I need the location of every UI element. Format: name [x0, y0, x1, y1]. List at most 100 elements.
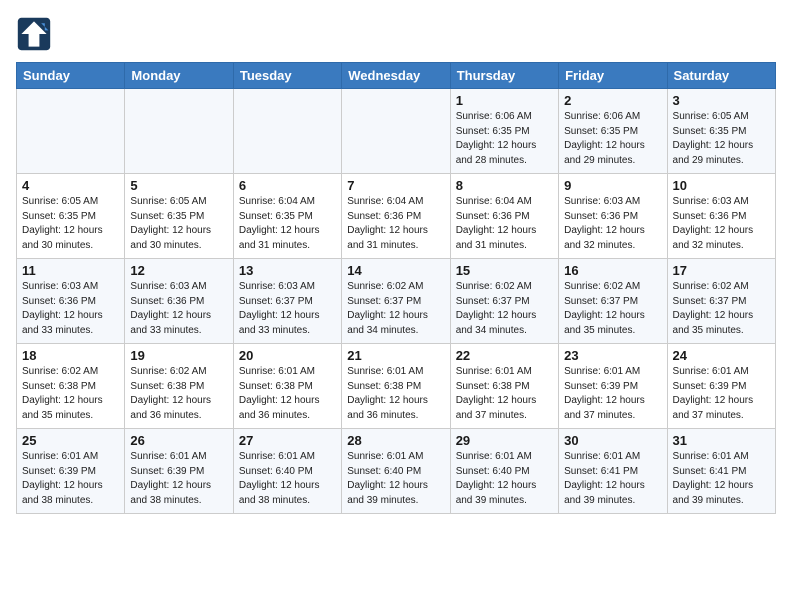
calendar-cell: 30Sunrise: 6:01 AM Sunset: 6:41 PM Dayli… [559, 429, 667, 514]
calendar-cell: 9 Sunrise: 6:03 AM Sunset: 6:36 PM Daylig… [559, 174, 667, 259]
calendar-cell: 19 Sunrise: 6:02 AM Sunset: 6:38 PM Dayli… [125, 344, 233, 429]
calendar-cell: 26 Sunrise: 6:01 AM Sunset: 6:39 PM Dayli… [125, 429, 233, 514]
day-info: Sunrise: 6:02 AM Sunset: 6:38 PM Dayligh… [130, 365, 227, 423]
day-info: Sunrise: 6:02 AM Sunset: 6:37 PM Dayligh… [347, 280, 444, 338]
day-info: Sunrise: 6:01 AM Sunset: 6:39 PM Dayligh… [22, 450, 119, 508]
day-info: Sunrise: 6:04 AM Sunset: 6:36 PM Dayligh… [456, 195, 553, 253]
weekday-header-friday: Friday [559, 63, 667, 89]
day-number: 21 [347, 348, 444, 363]
day-number: 9 [564, 178, 661, 193]
calendar-cell: 4 Sunrise: 6:05 AM Sunset: 6:35 PM Daylig… [17, 174, 125, 259]
day-number: 7 [347, 178, 444, 193]
day-info: Sunrise: 6:02 AM Sunset: 6:37 PM Dayligh… [673, 280, 770, 338]
day-number: 29 [456, 433, 553, 448]
calendar-cell: 3 Sunrise: 6:05 AM Sunset: 6:35 PM Daylig… [667, 89, 775, 174]
week-row-2: 4 Sunrise: 6:05 AM Sunset: 6:35 PM Daylig… [17, 174, 776, 259]
day-number: 23 [564, 348, 661, 363]
week-row-1: 1 Sunrise: 6:06 AM Sunset: 6:35 PM Daylig… [17, 89, 776, 174]
day-number: 5 [130, 178, 227, 193]
day-info: Sunrise: 6:04 AM Sunset: 6:35 PM Dayligh… [239, 195, 336, 253]
calendar-cell: 14 Sunrise: 6:02 AM Sunset: 6:37 PM Dayli… [342, 259, 450, 344]
day-number: 3 [673, 93, 770, 108]
weekday-header-wednesday: Wednesday [342, 63, 450, 89]
day-number: 16 [564, 263, 661, 278]
calendar-cell: 25 Sunrise: 6:01 AM Sunset: 6:39 PM Dayli… [17, 429, 125, 514]
day-info: Sunrise: 6:01 AM Sunset: 6:38 PM Dayligh… [239, 365, 336, 423]
day-info: Sunrise: 6:03 AM Sunset: 6:36 PM Dayligh… [564, 195, 661, 253]
calendar-cell: 22Sunrise: 6:01 AM Sunset: 6:38 PM Dayli… [450, 344, 558, 429]
calendar-cell: 7 Sunrise: 6:04 AM Sunset: 6:36 PM Daylig… [342, 174, 450, 259]
day-number: 31 [673, 433, 770, 448]
day-info: Sunrise: 6:01 AM Sunset: 6:40 PM Dayligh… [347, 450, 444, 508]
day-info: Sunrise: 6:01 AM Sunset: 6:41 PM Dayligh… [673, 450, 770, 508]
day-number: 25 [22, 433, 119, 448]
day-number: 27 [239, 433, 336, 448]
calendar-cell: 20 Sunrise: 6:01 AM Sunset: 6:38 PM Dayli… [233, 344, 341, 429]
weekday-header-thursday: Thursday [450, 63, 558, 89]
day-number: 26 [130, 433, 227, 448]
calendar-cell [125, 89, 233, 174]
day-number: 19 [130, 348, 227, 363]
day-number: 14 [347, 263, 444, 278]
calendar-cell: 11 Sunrise: 6:03 AM Sunset: 6:36 PM Dayli… [17, 259, 125, 344]
day-info: Sunrise: 6:01 AM Sunset: 6:39 PM Dayligh… [130, 450, 227, 508]
day-number: 22 [456, 348, 553, 363]
calendar-cell: 31 Sunrise: 6:01 AM Sunset: 6:41 PM Dayli… [667, 429, 775, 514]
week-row-5: 25 Sunrise: 6:01 AM Sunset: 6:39 PM Dayli… [17, 429, 776, 514]
day-info: Sunrise: 6:05 AM Sunset: 6:35 PM Dayligh… [673, 110, 770, 168]
weekday-header-monday: Monday [125, 63, 233, 89]
calendar-cell: 8 Sunrise: 6:04 AM Sunset: 6:36 PM Daylig… [450, 174, 558, 259]
calendar-cell [233, 89, 341, 174]
weekday-header-saturday: Saturday [667, 63, 775, 89]
calendar-cell: 16 Sunrise: 6:02 AM Sunset: 6:37 PM Dayli… [559, 259, 667, 344]
day-number: 28 [347, 433, 444, 448]
day-info: Sunrise: 6:01 AM Sunset: 6:41 PM Dayligh… [564, 450, 661, 508]
calendar-cell: 10Sunrise: 6:03 AM Sunset: 6:36 PM Dayli… [667, 174, 775, 259]
day-info: Sunrise: 6:05 AM Sunset: 6:35 PM Dayligh… [130, 195, 227, 253]
day-number: 8 [456, 178, 553, 193]
day-number: 24 [673, 348, 770, 363]
calendar-cell: 18 Sunrise: 6:02 AM Sunset: 6:38 PM Dayli… [17, 344, 125, 429]
calendar-cell: 2Sunrise: 6:06 AM Sunset: 6:35 PM Daylig… [559, 89, 667, 174]
day-number: 17 [673, 263, 770, 278]
week-row-4: 18 Sunrise: 6:02 AM Sunset: 6:38 PM Dayli… [17, 344, 776, 429]
day-info: Sunrise: 6:03 AM Sunset: 6:36 PM Dayligh… [673, 195, 770, 253]
calendar-cell: 5 Sunrise: 6:05 AM Sunset: 6:35 PM Daylig… [125, 174, 233, 259]
calendar-cell: 29 Sunrise: 6:01 AM Sunset: 6:40 PM Dayli… [450, 429, 558, 514]
weekday-header-row: SundayMondayTuesdayWednesdayThursdayFrid… [17, 63, 776, 89]
day-info: Sunrise: 6:01 AM Sunset: 6:38 PM Dayligh… [347, 365, 444, 423]
calendar-cell [17, 89, 125, 174]
calendar-table: SundayMondayTuesdayWednesdayThursdayFrid… [16, 62, 776, 514]
day-info: Sunrise: 6:03 AM Sunset: 6:37 PM Dayligh… [239, 280, 336, 338]
calendar-cell: 24 Sunrise: 6:01 AM Sunset: 6:39 PM Dayli… [667, 344, 775, 429]
calendar-cell: 12 Sunrise: 6:03 AM Sunset: 6:36 PM Dayli… [125, 259, 233, 344]
day-number: 15 [456, 263, 553, 278]
calendar-cell: 21 Sunrise: 6:01 AM Sunset: 6:38 PM Dayli… [342, 344, 450, 429]
weekday-header-sunday: Sunday [17, 63, 125, 89]
calendar-cell: 28 Sunrise: 6:01 AM Sunset: 6:40 PM Dayli… [342, 429, 450, 514]
day-info: Sunrise: 6:02 AM Sunset: 6:37 PM Dayligh… [564, 280, 661, 338]
day-info: Sunrise: 6:06 AM Sunset: 6:35 PM Dayligh… [564, 110, 661, 168]
calendar-cell: 17 Sunrise: 6:02 AM Sunset: 6:37 PM Dayli… [667, 259, 775, 344]
day-info: Sunrise: 6:01 AM Sunset: 6:40 PM Dayligh… [456, 450, 553, 508]
day-number: 1 [456, 93, 553, 108]
day-info: Sunrise: 6:03 AM Sunset: 6:36 PM Dayligh… [130, 280, 227, 338]
logo-icon [16, 16, 52, 52]
day-info: Sunrise: 6:01 AM Sunset: 6:39 PM Dayligh… [564, 365, 661, 423]
calendar-cell: 23 Sunrise: 6:01 AM Sunset: 6:39 PM Dayli… [559, 344, 667, 429]
day-info: Sunrise: 6:04 AM Sunset: 6:36 PM Dayligh… [347, 195, 444, 253]
day-number: 20 [239, 348, 336, 363]
day-info: Sunrise: 6:02 AM Sunset: 6:38 PM Dayligh… [22, 365, 119, 423]
day-info: Sunrise: 6:05 AM Sunset: 6:35 PM Dayligh… [22, 195, 119, 253]
day-number: 4 [22, 178, 119, 193]
calendar-cell: 1Sunrise: 6:06 AM Sunset: 6:35 PM Daylig… [450, 89, 558, 174]
calendar-cell [342, 89, 450, 174]
day-number: 12 [130, 263, 227, 278]
day-number: 11 [22, 263, 119, 278]
day-info: Sunrise: 6:03 AM Sunset: 6:36 PM Dayligh… [22, 280, 119, 338]
day-info: Sunrise: 6:01 AM Sunset: 6:40 PM Dayligh… [239, 450, 336, 508]
day-number: 18 [22, 348, 119, 363]
calendar-cell: 6Sunrise: 6:04 AM Sunset: 6:35 PM Daylig… [233, 174, 341, 259]
day-info: Sunrise: 6:01 AM Sunset: 6:39 PM Dayligh… [673, 365, 770, 423]
calendar-cell: 13Sunrise: 6:03 AM Sunset: 6:37 PM Dayli… [233, 259, 341, 344]
